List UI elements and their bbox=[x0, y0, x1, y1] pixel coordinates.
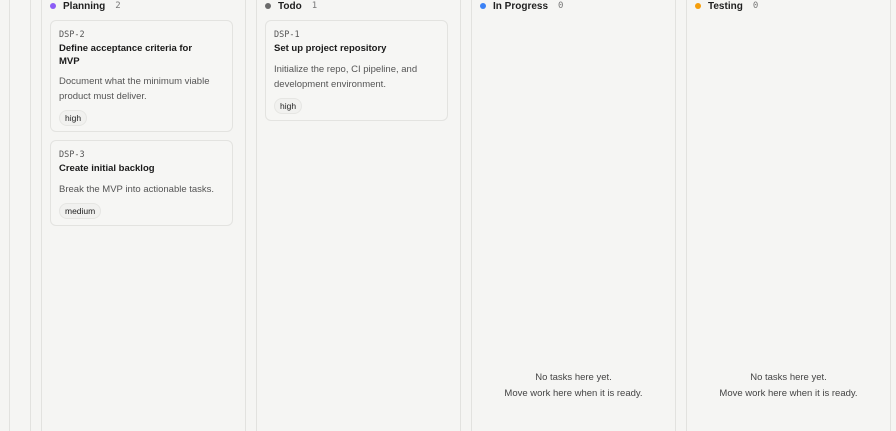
status-dot-icon bbox=[695, 3, 701, 9]
task-card[interactable]: DSP-1 Set up project repository Initiali… bbox=[265, 20, 448, 121]
column-header[interactable]: Todo 1 bbox=[265, 0, 317, 12]
column-todo: Todo 1 DSP-1 Set up project repository I… bbox=[256, 0, 461, 431]
board-edge-divider bbox=[30, 0, 31, 431]
column-count: 0 bbox=[558, 1, 564, 11]
task-description: Break the MVP into actionable tasks. bbox=[59, 183, 215, 195]
task-title: Create initial backlog bbox=[59, 163, 155, 174]
column-title: Todo bbox=[278, 0, 302, 12]
task-id: DSP-3 bbox=[59, 150, 85, 160]
empty-state-line: Move work here when it is ready. bbox=[719, 387, 858, 399]
task-title: Define acceptance criteria for MVP bbox=[59, 43, 193, 67]
priority-badge: medium bbox=[59, 202, 102, 219]
status-dot-icon bbox=[480, 3, 486, 9]
column-testing: Testing 0 No tasks here yet. Move work h… bbox=[686, 0, 891, 431]
kanban-board: Planning 2 DSP-2 Define acceptance crite… bbox=[0, 0, 896, 431]
empty-state: No tasks here yet. Move work here when i… bbox=[687, 370, 890, 401]
task-title: Set up project repository bbox=[274, 43, 387, 54]
column-count: 2 bbox=[115, 1, 121, 11]
column-title: Planning bbox=[63, 0, 106, 12]
task-card[interactable]: DSP-3 Create initial backlog Break the M… bbox=[50, 140, 233, 226]
column-count: 0 bbox=[752, 1, 759, 11]
empty-state-line: Move work here when it is ready. bbox=[504, 387, 643, 399]
empty-state: No tasks here yet. Move work here when i… bbox=[472, 370, 675, 401]
empty-state-line: No tasks here yet. bbox=[535, 372, 612, 383]
column-header[interactable]: In Progress 0 bbox=[480, 0, 563, 12]
status-dot-icon bbox=[50, 3, 56, 9]
task-description: Initialize the repo, CI pipeline, and de… bbox=[274, 63, 418, 90]
task-id: DSP-2 bbox=[59, 30, 85, 40]
board-edge-divider bbox=[9, 0, 10, 431]
column-count: 1 bbox=[311, 1, 318, 11]
column-title: Testing bbox=[708, 0, 743, 12]
status-dot-icon bbox=[265, 3, 271, 9]
column-header[interactable]: Testing 0 bbox=[695, 0, 758, 12]
column-title: In Progress bbox=[493, 0, 549, 12]
column-header[interactable]: Planning 2 bbox=[50, 0, 121, 12]
task-id: DSP-1 bbox=[274, 30, 300, 40]
task-description: Document what the minimum viable product… bbox=[59, 76, 210, 102]
empty-state-line: No tasks here yet. bbox=[750, 372, 827, 383]
priority-badge: high bbox=[59, 110, 88, 126]
priority-badge: high bbox=[274, 97, 303, 114]
column-planning: Planning 2 DSP-2 Define acceptance crite… bbox=[41, 0, 246, 431]
task-card[interactable]: DSP-2 Define acceptance criteria for MVP… bbox=[50, 20, 233, 132]
column-in-progress: In Progress 0 No tasks here yet. Move wo… bbox=[471, 0, 676, 431]
